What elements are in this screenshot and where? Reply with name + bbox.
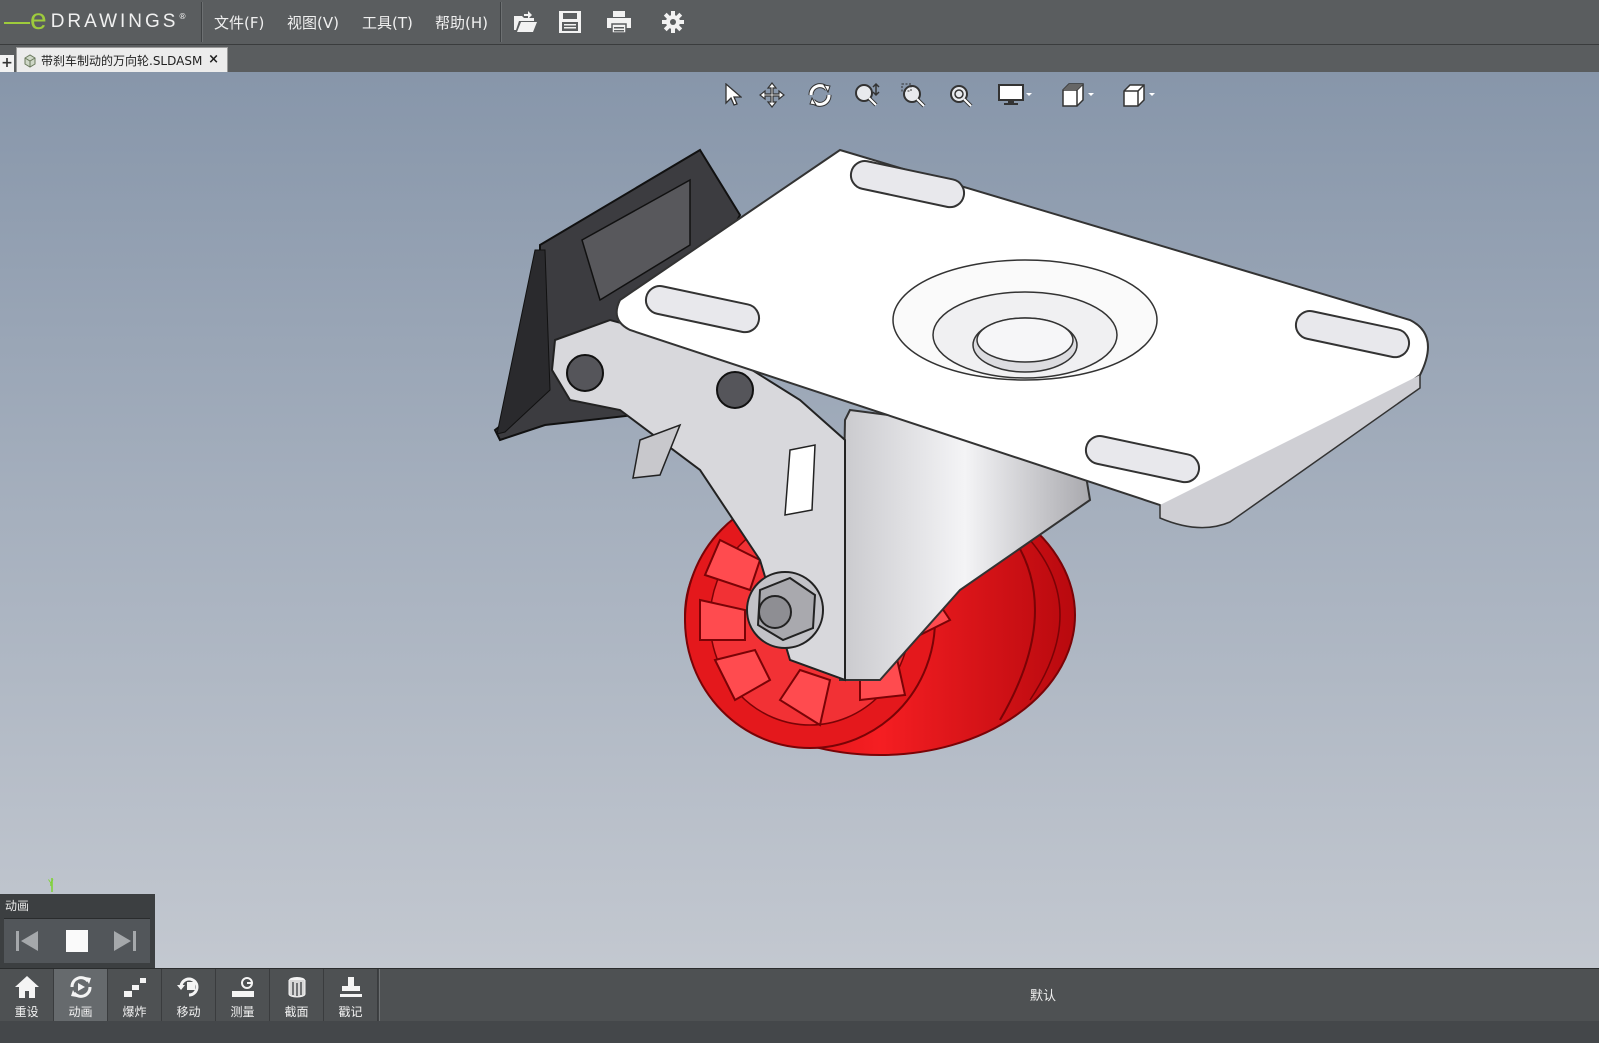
logo-mark: ® (178, 12, 187, 21)
assembly-icon (24, 53, 36, 68)
separator (500, 2, 501, 42)
add-tab-button[interactable]: + (0, 55, 14, 72)
save-icon (559, 11, 581, 33)
stamp-button[interactable]: 戳记 (324, 969, 378, 1021)
open-icon (514, 11, 537, 32)
stop-button[interactable] (65, 929, 89, 953)
print-icon (607, 11, 631, 34)
logo-letter: e (30, 3, 47, 36)
document-tab[interactable]: 带刹车制动的万向轮.SLDASM × (16, 47, 228, 73)
animation-icon (70, 976, 91, 998)
next-frame-button[interactable] (112, 929, 138, 953)
menu-view[interactable]: 视图(V) (287, 0, 339, 44)
explode-button[interactable]: 爆炸 (108, 969, 162, 1021)
bottom-toolbar: 重设 动画 爆炸 移动 测量 截面 戳记 默认 (0, 968, 1599, 1043)
stamp-label: 戳记 (338, 1005, 363, 1019)
move-icon (176, 977, 198, 997)
menu-tools[interactable]: 工具(T) (362, 0, 413, 44)
animation-label: 动画 (68, 1005, 93, 1019)
print-button[interactable] (603, 6, 635, 38)
section-button[interactable]: 截面 (270, 969, 324, 1021)
document-tab-strip: + 带刹车制动的万向轮.SLDASM × (0, 45, 1599, 73)
menu-help[interactable]: 帮助(H) (435, 0, 488, 44)
logo-arrow-icon (4, 22, 30, 24)
axis-y-label: Y (47, 879, 54, 889)
3d-viewport[interactable]: Y (0, 72, 1599, 968)
measure-label: 测量 (230, 1005, 255, 1019)
home-icon (14, 976, 39, 998)
settings-button[interactable] (657, 6, 689, 38)
edrawings-logo: e DRAWINGS ® (4, 0, 200, 44)
animation-button[interactable]: 动画 (54, 969, 108, 1021)
logo-word: DRAWINGS (50, 11, 179, 32)
tab-title: 带刹车制动的万向轮.SLDASM (41, 54, 203, 68)
configuration-status: 默认 (1030, 989, 1057, 1004)
reset-button[interactable]: 重设 (0, 969, 54, 1021)
menu-file[interactable]: 文件(F) (214, 0, 264, 44)
animation-panel-title: 动画 (5, 899, 30, 913)
separator (378, 969, 379, 1021)
bottom-strip (0, 1021, 1599, 1043)
settings-icon (662, 11, 684, 33)
previous-frame-button[interactable] (14, 929, 40, 953)
save-button[interactable] (554, 6, 586, 38)
caster-model (493, 148, 1429, 756)
measure-button[interactable]: 测量 (216, 969, 270, 1021)
separator (201, 2, 202, 42)
reset-label: 重设 (14, 1005, 39, 1019)
animation-panel: 动画 (0, 894, 155, 968)
stamp-icon (339, 977, 362, 997)
close-tab-button[interactable]: × (208, 52, 219, 67)
move-label: 移动 (176, 1005, 201, 1019)
section-label: 截面 (284, 1005, 309, 1019)
open-button[interactable] (509, 6, 541, 38)
animation-controls (4, 918, 150, 963)
menu-bar: e DRAWINGS ® 文件(F) 视图(V) 工具(T) 帮助(H) (0, 0, 1599, 45)
measure-icon (231, 977, 254, 997)
move-button[interactable]: 移动 (162, 969, 216, 1021)
explode-label: 爆炸 (122, 1005, 147, 1019)
explode-icon (123, 978, 146, 997)
section-icon (288, 977, 305, 998)
